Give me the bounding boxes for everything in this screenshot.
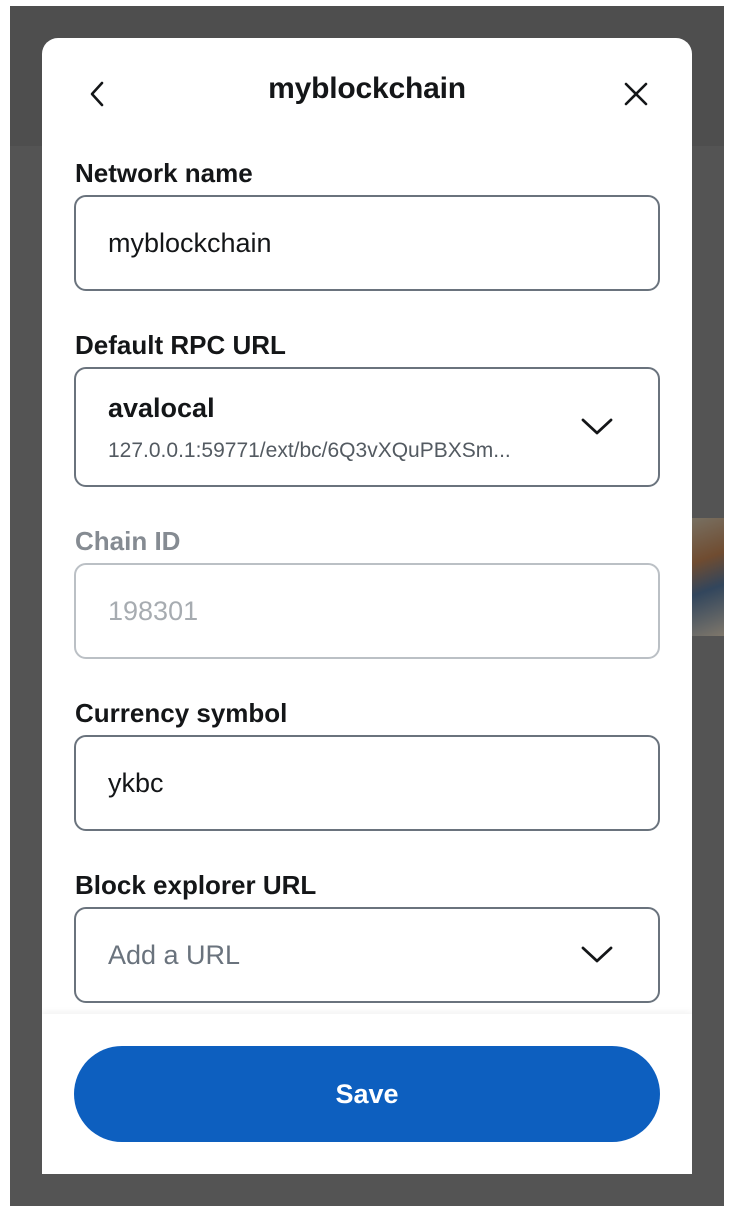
chevron-down-icon [581,946,613,963]
network-name-label: Network name [75,158,253,188]
edit-network-modal: myblockchain Network name myblockchain D… [42,38,692,1174]
chain-id-label: Chain ID [75,526,181,556]
rpc-name: avalocal [108,393,215,423]
currency-symbol-input[interactable]: ykbc [74,735,660,831]
rpc-url-dropdown[interactable]: avalocal 127.0.0.1:59771/ext/bc/6Q3vXQuP… [74,367,660,487]
modal-footer: Save [42,1014,692,1174]
network-name-input[interactable]: myblockchain [74,195,660,291]
save-button[interactable]: Save [74,1046,660,1142]
close-button[interactable] [612,70,660,118]
currency-symbol-label: Currency symbol [75,698,288,728]
chevron-down-icon [581,418,613,435]
chain-id-input: 198301 [74,563,660,659]
rpc-url-label: Default RPC URL [75,330,286,360]
block-explorer-dropdown[interactable]: Add a URL [74,907,660,1003]
rpc-url-value: 127.0.0.1:59771/ext/bc/6Q3vXQuPBXSm... [108,439,511,462]
modal-header: myblockchain [42,38,692,150]
modal-title: myblockchain [268,72,466,105]
close-icon [624,82,648,106]
block-explorer-placeholder: Add a URL [108,939,241,970]
block-explorer-label: Block explorer URL [75,870,317,900]
